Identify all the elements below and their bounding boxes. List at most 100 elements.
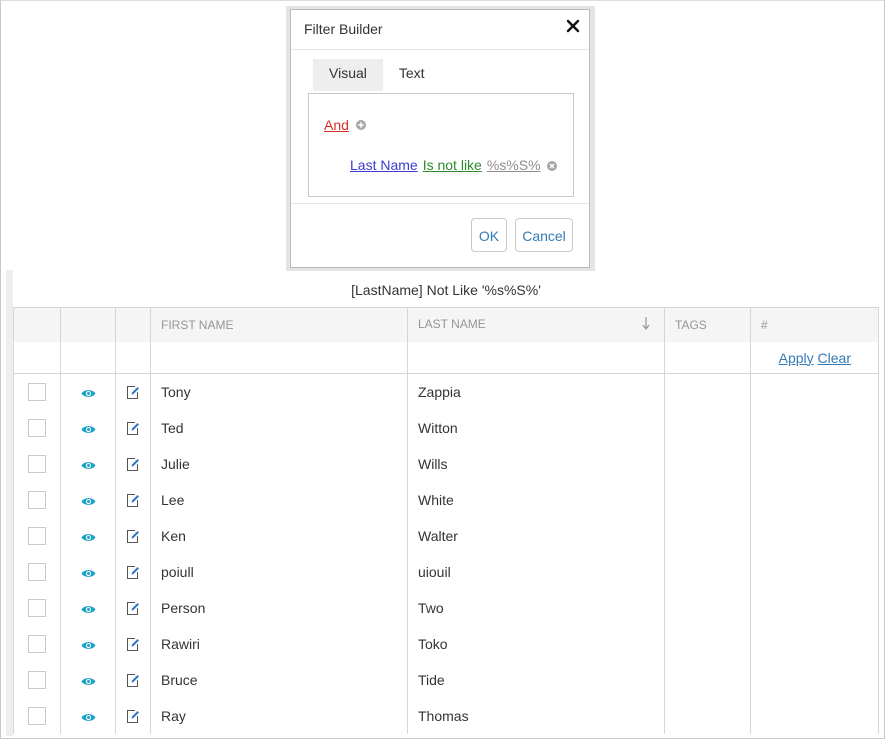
- edit-icon[interactable]: [126, 457, 140, 472]
- row-checkbox[interactable]: [28, 383, 46, 402]
- row-checkbox[interactable]: [28, 455, 46, 474]
- row-checkbox[interactable]: [28, 563, 46, 582]
- row-view-cell: [60, 662, 116, 698]
- group-operation-link[interactable]: And: [324, 117, 349, 133]
- arrow-down-icon: [642, 317, 650, 333]
- table-row[interactable]: Tony Zappia: [13, 373, 879, 410]
- cancel-button[interactable]: Cancel: [515, 218, 573, 252]
- first-name-header-label: FIRST NAME: [161, 318, 234, 332]
- filter-builder-dialog: Filter Builder Visual Text And Last Name…: [290, 9, 590, 268]
- row-checkbox[interactable]: [28, 419, 46, 438]
- table-row[interactable]: Julie Wills: [13, 446, 879, 482]
- row-checkbox[interactable]: [28, 491, 46, 510]
- plus-circle-icon[interactable]: [356, 120, 366, 130]
- edit-icon[interactable]: [126, 565, 140, 580]
- first-name-cell: Lee: [150, 482, 408, 518]
- table-row[interactable]: Rawiri Toko: [13, 626, 879, 662]
- last-name-filter-cell[interactable]: [407, 342, 665, 374]
- table-row[interactable]: Bruce Tide: [13, 662, 879, 698]
- tags-cell: [664, 698, 751, 734]
- filter-cell: [13, 342, 61, 374]
- column-header-tags[interactable]: TAGS: [664, 307, 751, 342]
- eye-icon[interactable]: [81, 388, 96, 399]
- row-select-cell: [13, 373, 61, 410]
- eye-icon[interactable]: [81, 424, 96, 435]
- table-row[interactable]: Lee White: [13, 482, 879, 518]
- row-select-cell: [13, 698, 61, 734]
- table-row[interactable]: Ted Witton: [13, 410, 879, 446]
- eye-icon[interactable]: [81, 712, 96, 723]
- tags-cell: [664, 554, 751, 590]
- edit-icon[interactable]: [126, 385, 140, 400]
- tags-filter-cell[interactable]: [664, 342, 751, 374]
- select-header: [13, 307, 61, 342]
- data-grid: FIRST NAME LAST NAME TAGS # Apply Clear …: [13, 307, 879, 734]
- number-cell: [750, 518, 879, 554]
- column-header-number[interactable]: #: [750, 307, 879, 342]
- row-view-cell: [60, 482, 116, 518]
- first-name-cell: Julie: [150, 446, 408, 482]
- row-view-cell: [60, 446, 116, 482]
- dialog-footer: OK Cancel: [291, 203, 589, 268]
- left-strip: [6, 270, 13, 736]
- last-name-cell: Tide: [407, 662, 665, 698]
- row-view-cell: [60, 590, 116, 626]
- ok-button[interactable]: OK: [471, 218, 507, 252]
- last-name-cell: White: [407, 482, 665, 518]
- tags-cell: [664, 373, 751, 410]
- first-name-cell: poiull: [150, 554, 408, 590]
- column-header-last-name[interactable]: LAST NAME: [407, 307, 665, 342]
- row-checkbox[interactable]: [28, 671, 46, 690]
- tab-visual[interactable]: Visual: [313, 59, 383, 91]
- edit-icon[interactable]: [126, 493, 140, 508]
- eye-icon[interactable]: [81, 676, 96, 687]
- number-cell: [750, 626, 879, 662]
- dialog-title: Filter Builder: [304, 21, 383, 37]
- table-row[interactable]: poiull uiouil: [13, 554, 879, 590]
- row-view-cell: [60, 626, 116, 662]
- edit-icon[interactable]: [126, 421, 140, 436]
- row-view-cell: [60, 518, 116, 554]
- number-cell: [750, 373, 879, 410]
- x-circle-icon[interactable]: [546, 161, 557, 172]
- tab-text[interactable]: Text: [383, 59, 441, 91]
- column-header-first-name[interactable]: FIRST NAME: [150, 307, 408, 342]
- table-row[interactable]: Person Two: [13, 590, 879, 626]
- eye-icon[interactable]: [81, 460, 96, 471]
- row-checkbox[interactable]: [28, 707, 46, 726]
- row-select-cell: [13, 446, 61, 482]
- edit-icon[interactable]: [126, 709, 140, 724]
- eye-icon[interactable]: [81, 604, 96, 615]
- close-icon[interactable]: [566, 19, 580, 33]
- edit-icon[interactable]: [126, 673, 140, 688]
- tags-cell: [664, 662, 751, 698]
- row-checkbox[interactable]: [28, 599, 46, 618]
- last-name-header-label: LAST NAME: [418, 317, 486, 331]
- condition-value-link[interactable]: %s%S%: [487, 157, 541, 173]
- clear-filter-link[interactable]: Clear: [818, 350, 851, 366]
- row-checkbox[interactable]: [28, 635, 46, 654]
- row-edit-cell: [115, 410, 151, 446]
- table-row[interactable]: Ken Walter: [13, 518, 879, 554]
- eye-icon[interactable]: [81, 496, 96, 507]
- eye-icon[interactable]: [81, 532, 96, 543]
- apply-filter-link[interactable]: Apply: [779, 350, 814, 366]
- row-view-cell: [60, 698, 116, 734]
- edit-icon[interactable]: [126, 529, 140, 544]
- eye-icon[interactable]: [81, 640, 96, 651]
- filter-condition: Last Name Is not like %s%S%: [350, 157, 557, 173]
- last-name-cell: Two: [407, 590, 665, 626]
- eye-icon[interactable]: [81, 568, 96, 579]
- row-checkbox[interactable]: [28, 527, 46, 546]
- row-edit-cell: [115, 446, 151, 482]
- condition-field-link[interactable]: Last Name: [350, 157, 418, 173]
- first-name-filter-cell[interactable]: [150, 342, 408, 374]
- row-select-cell: [13, 518, 61, 554]
- row-edit-cell: [115, 554, 151, 590]
- condition-operation-link[interactable]: Is not like: [423, 157, 482, 173]
- edit-icon[interactable]: [126, 601, 140, 616]
- view-header: [60, 307, 116, 342]
- table-row[interactable]: Ray Thomas: [13, 698, 879, 734]
- edit-header: [115, 307, 151, 342]
- edit-icon[interactable]: [126, 637, 140, 652]
